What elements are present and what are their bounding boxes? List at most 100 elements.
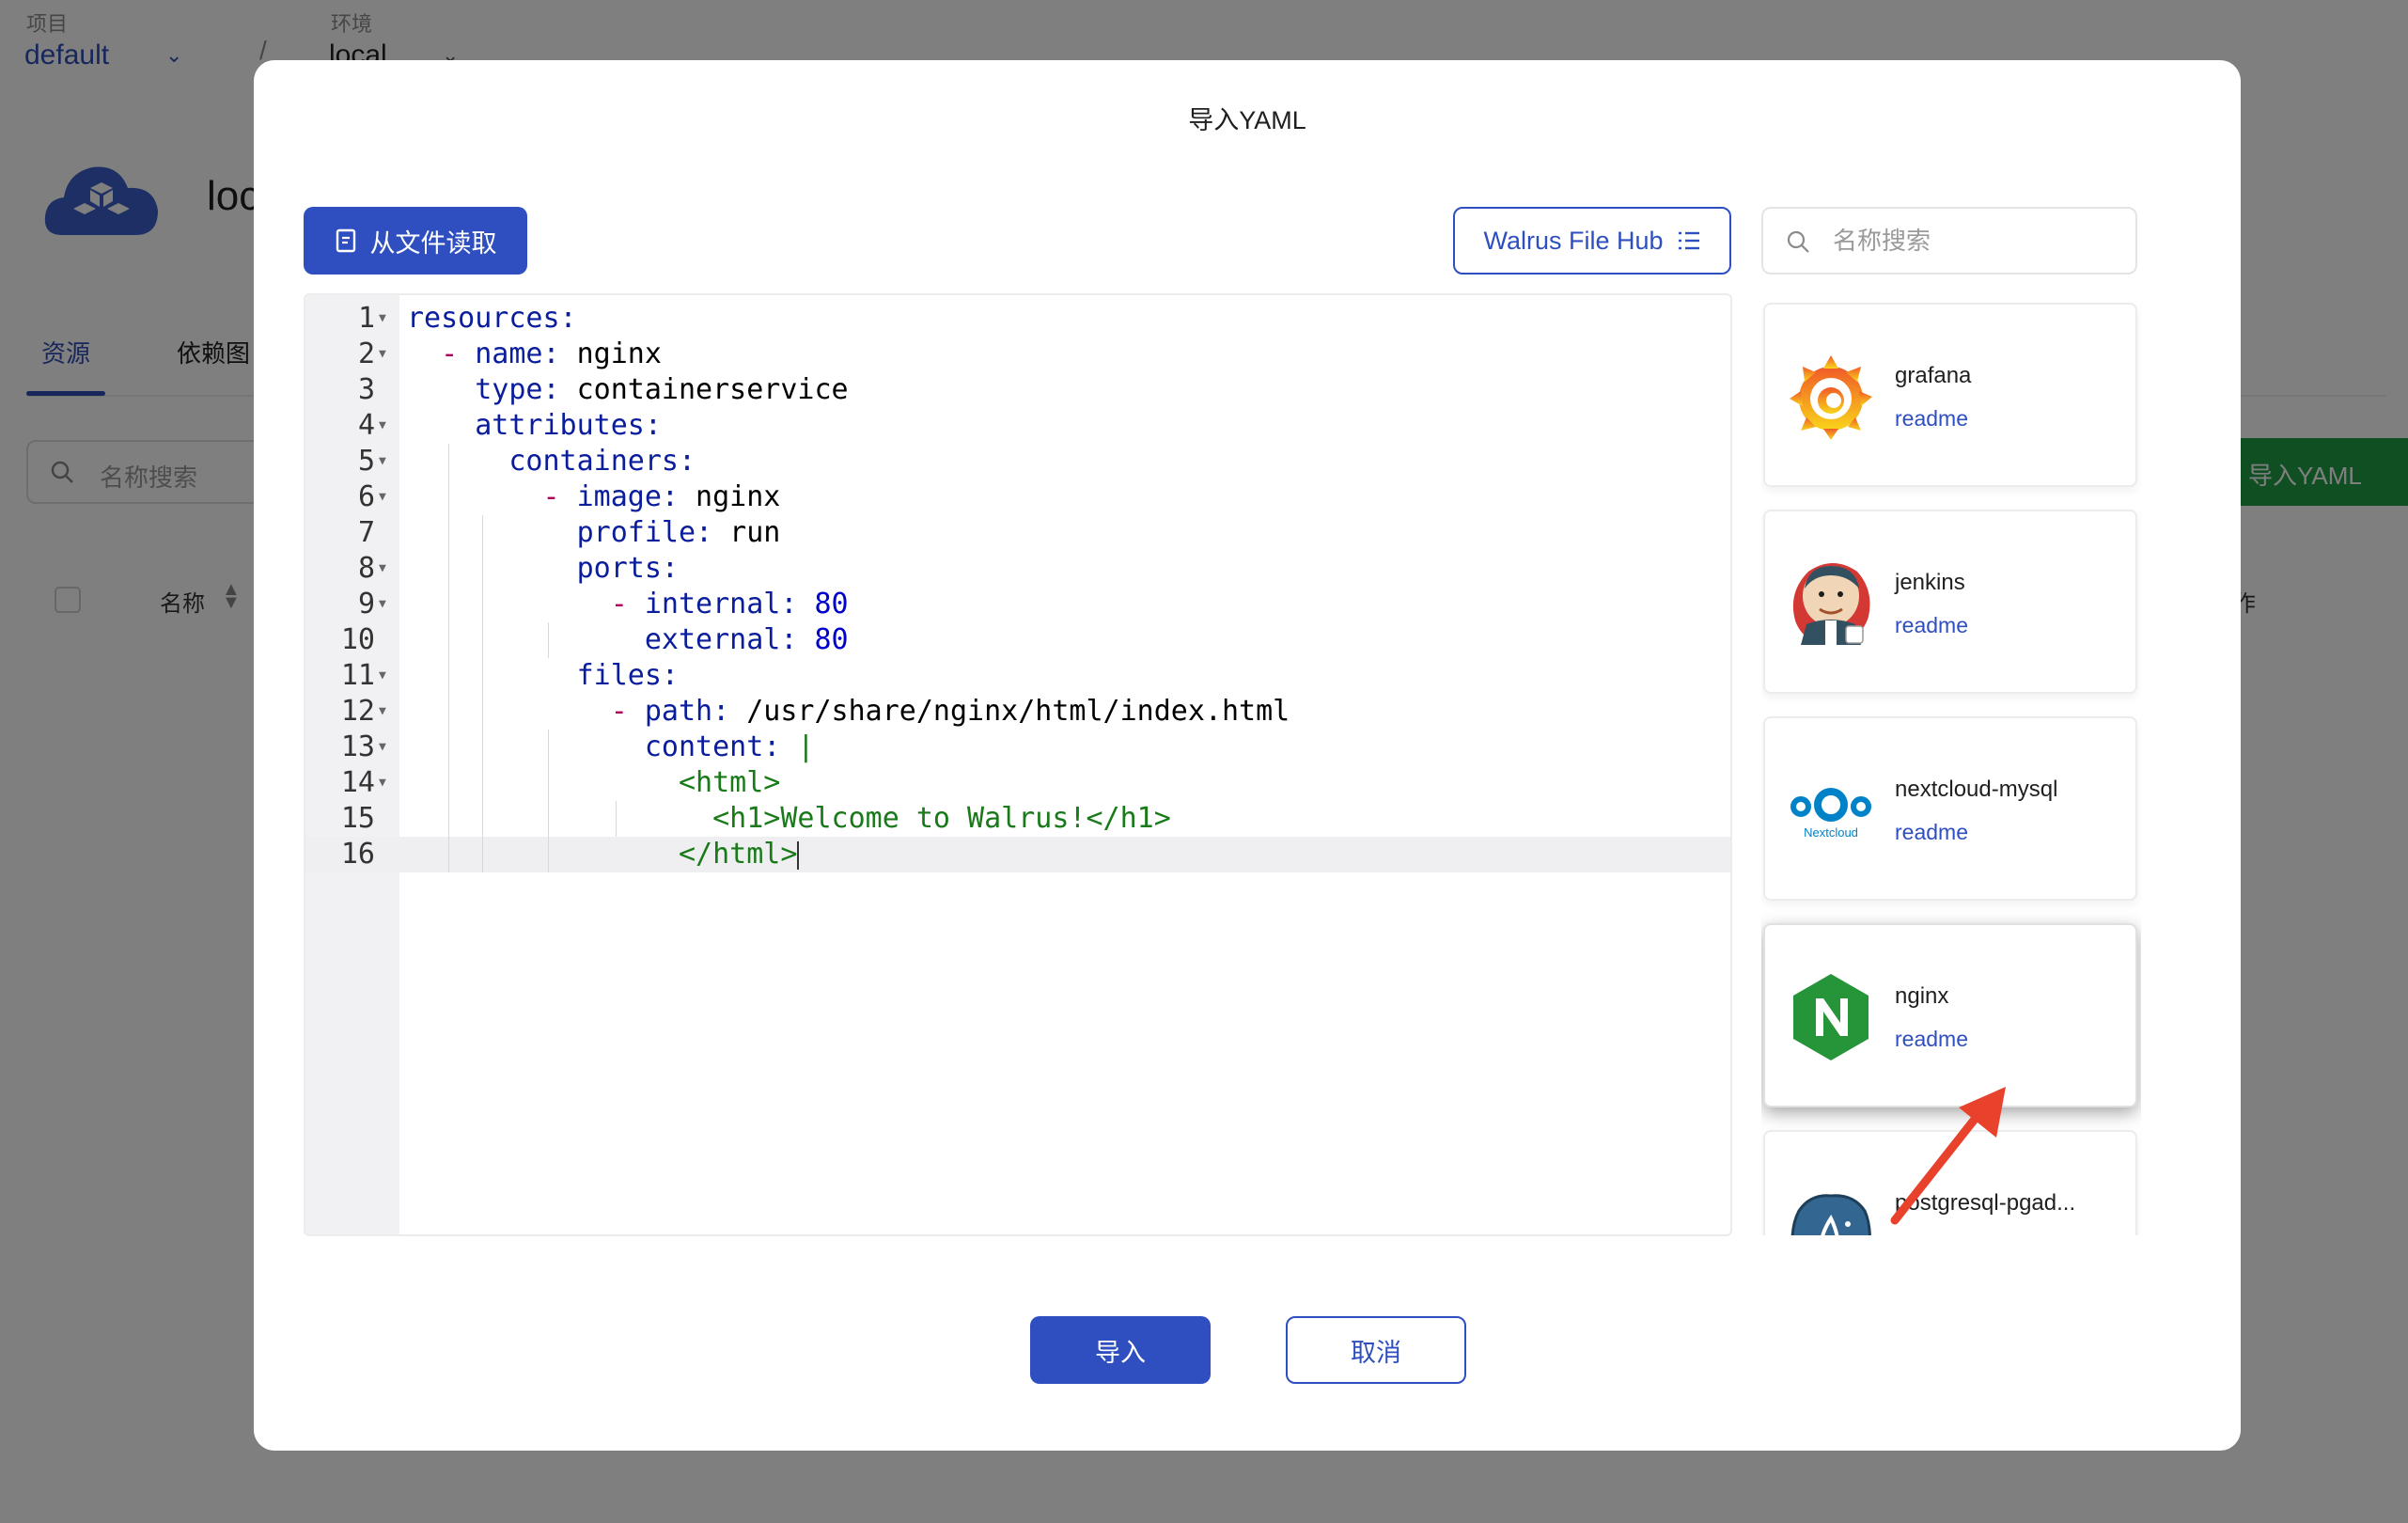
template-name: nextcloud-mysql <box>1895 777 2058 802</box>
line-number: 4 <box>357 409 375 442</box>
line-number: 8 <box>357 552 375 585</box>
svg-text:Nextcloud: Nextcloud <box>1804 825 1858 840</box>
readme-link[interactable]: readme <box>1895 820 1968 845</box>
template-card-grafana[interactable]: grafana readme <box>1763 303 2137 487</box>
template-card-jenkins[interactable]: jenkins readme <box>1763 510 2137 694</box>
fold-toggle-icon[interactable]: ▼ <box>379 765 386 801</box>
template-search[interactable] <box>1761 207 2137 275</box>
list-icon <box>1678 231 1699 250</box>
code-token: </html> <box>678 838 798 871</box>
code-token: - <box>542 480 577 513</box>
read-from-file-button[interactable]: 从文件读取 <box>304 207 527 275</box>
code-token: | <box>780 730 815 763</box>
code-token: type: containerservice <box>407 372 848 408</box>
line-number: 5 <box>357 445 375 478</box>
readme-link[interactable]: readme <box>1895 406 1968 432</box>
code-token: /usr/share/nginx/html/index.html <box>729 695 1290 728</box>
fold-toggle-icon[interactable]: ▼ <box>379 551 386 587</box>
code-line[interactable]: 6 ▼ - image: nginx <box>305 479 1730 515</box>
line-number: 2 <box>357 338 375 370</box>
code-token: attributes: <box>407 408 662 444</box>
nextcloud-logo-icon: Nextcloud <box>1790 788 1871 840</box>
code-token: external: 80 <box>407 622 849 658</box>
code-token: </html> <box>407 837 800 872</box>
annotation-arrow-icon <box>1890 1087 2006 1225</box>
code-token: - internal: 80 <box>407 587 849 622</box>
line-number: 9 <box>357 588 375 620</box>
fold-toggle-icon[interactable]: ▼ <box>379 730 386 765</box>
code-line[interactable]: 8 ▼ ports: <box>305 551 1730 587</box>
code-line[interactable]: 4 ▼ attributes: <box>305 408 1730 444</box>
code-token: - <box>441 338 476 370</box>
postgresql-logo-icon <box>1790 1194 1871 1235</box>
template-name: nginx <box>1895 983 1949 1009</box>
code-token: external: <box>644 623 798 656</box>
import-button[interactable]: 导入 <box>1030 1316 1211 1384</box>
code-line[interactable]: 5 ▼ containers: <box>305 444 1730 479</box>
nginx-logo-icon <box>1793 974 1869 1060</box>
code-token: content: | <box>407 730 815 765</box>
cancel-button[interactable]: 取消 <box>1286 1316 1466 1384</box>
editor-content[interactable]: 1 ▼ resources: 2 ▼ - name: nginx 3 type: co… <box>305 301 1730 872</box>
fold-toggle-icon[interactable]: ▼ <box>379 444 386 479</box>
code-line[interactable]: 2 ▼ - name: nginx <box>305 337 1730 372</box>
fold-toggle-icon[interactable]: ▼ <box>379 408 386 444</box>
template-card-nextcloud-mysql[interactable]: Nextcloud nextcloud-mysql readme <box>1763 716 2137 901</box>
code-line[interactable]: 14 ▼ <html> <box>305 765 1730 801</box>
dialog-title: 导入YAML <box>1188 106 1306 134</box>
template-search-input[interactable] <box>1833 222 2115 259</box>
code-token: profile: run <box>407 515 781 551</box>
line-number: 3 <box>357 373 375 406</box>
code-token: 80 <box>797 588 849 620</box>
fold-toggle-icon[interactable]: ▼ <box>379 479 386 515</box>
code-token: type: <box>475 373 560 406</box>
readme-link[interactable]: readme <box>1895 613 1968 638</box>
template-card-nginx[interactable]: nginx readme <box>1763 923 2137 1107</box>
code-line[interactable]: 12 ▼ - path: /usr/share/nginx/html/index.… <box>305 694 1730 730</box>
code-line-active[interactable]: 16 </html> <box>305 837 1730 872</box>
jenkins-logo-icon <box>1792 563 1870 645</box>
code-token: resources: <box>407 301 577 337</box>
code-token: 80 <box>797 623 849 656</box>
code-token: <h1>Welcome to Walrus!</h1> <box>407 801 1171 837</box>
walrus-file-hub-button[interactable]: Walrus File Hub <box>1453 207 1731 275</box>
code-token: internal: <box>644 588 798 620</box>
code-line[interactable]: 9 ▼ - internal: 80 <box>305 587 1730 622</box>
line-number: 11 <box>340 659 375 692</box>
code-token: files: <box>576 659 679 692</box>
readme-link[interactable]: readme <box>1895 1233 1968 1235</box>
fold-toggle-icon[interactable]: ▼ <box>379 337 386 372</box>
text-cursor <box>797 840 800 870</box>
fold-toggle-icon[interactable]: ▼ <box>379 694 386 730</box>
code-line[interactable]: 1 ▼ resources: <box>305 301 1730 337</box>
code-token: <html> <box>678 766 781 799</box>
code-token: attributes: <box>475 409 662 442</box>
code-token: ports: <box>407 551 679 587</box>
code-line[interactable]: 15 <h1>Welcome to Walrus!</h1> <box>305 801 1730 837</box>
line-number: 13 <box>340 730 375 763</box>
file-icon <box>336 228 355 253</box>
code-token: ports: <box>576 552 679 585</box>
code-token: containers: <box>508 445 696 478</box>
import-yaml-dialog: 导入YAML 从文件读取 Walrus File Hub 1▼resources… <box>254 60 2241 1451</box>
code-line[interactable]: 7 profile: run <box>305 515 1730 551</box>
yaml-editor[interactable]: 1 ▼ resources: 2 ▼ - name: nginx 3 type: co… <box>304 293 1732 1236</box>
code-token: - <box>610 695 645 728</box>
code-token: - name: nginx <box>407 337 662 372</box>
line-number: 14 <box>340 766 375 799</box>
code-token: - image: nginx <box>407 479 781 515</box>
code-token: nginx <box>559 338 662 370</box>
code-token: profile: <box>576 516 713 549</box>
fold-toggle-icon[interactable]: ▼ <box>379 301 386 337</box>
readme-link[interactable]: readme <box>1895 1027 1968 1052</box>
code-token: <h1>Welcome to Walrus!</h1> <box>712 802 1171 835</box>
fold-toggle-icon[interactable]: ▼ <box>379 587 386 622</box>
code-line[interactable]: 11 ▼ files: <box>305 658 1730 694</box>
code-token: path: <box>644 695 730 728</box>
fold-toggle-icon[interactable]: ▼ <box>379 658 386 694</box>
code-line[interactable]: 3 type: containerservice <box>305 372 1730 408</box>
code-line[interactable]: 10 external: 80 <box>305 622 1730 658</box>
code-token: resources: <box>407 302 577 335</box>
code-line[interactable]: 13 ▼ content: | <box>305 730 1730 765</box>
code-token: nginx <box>679 480 781 513</box>
